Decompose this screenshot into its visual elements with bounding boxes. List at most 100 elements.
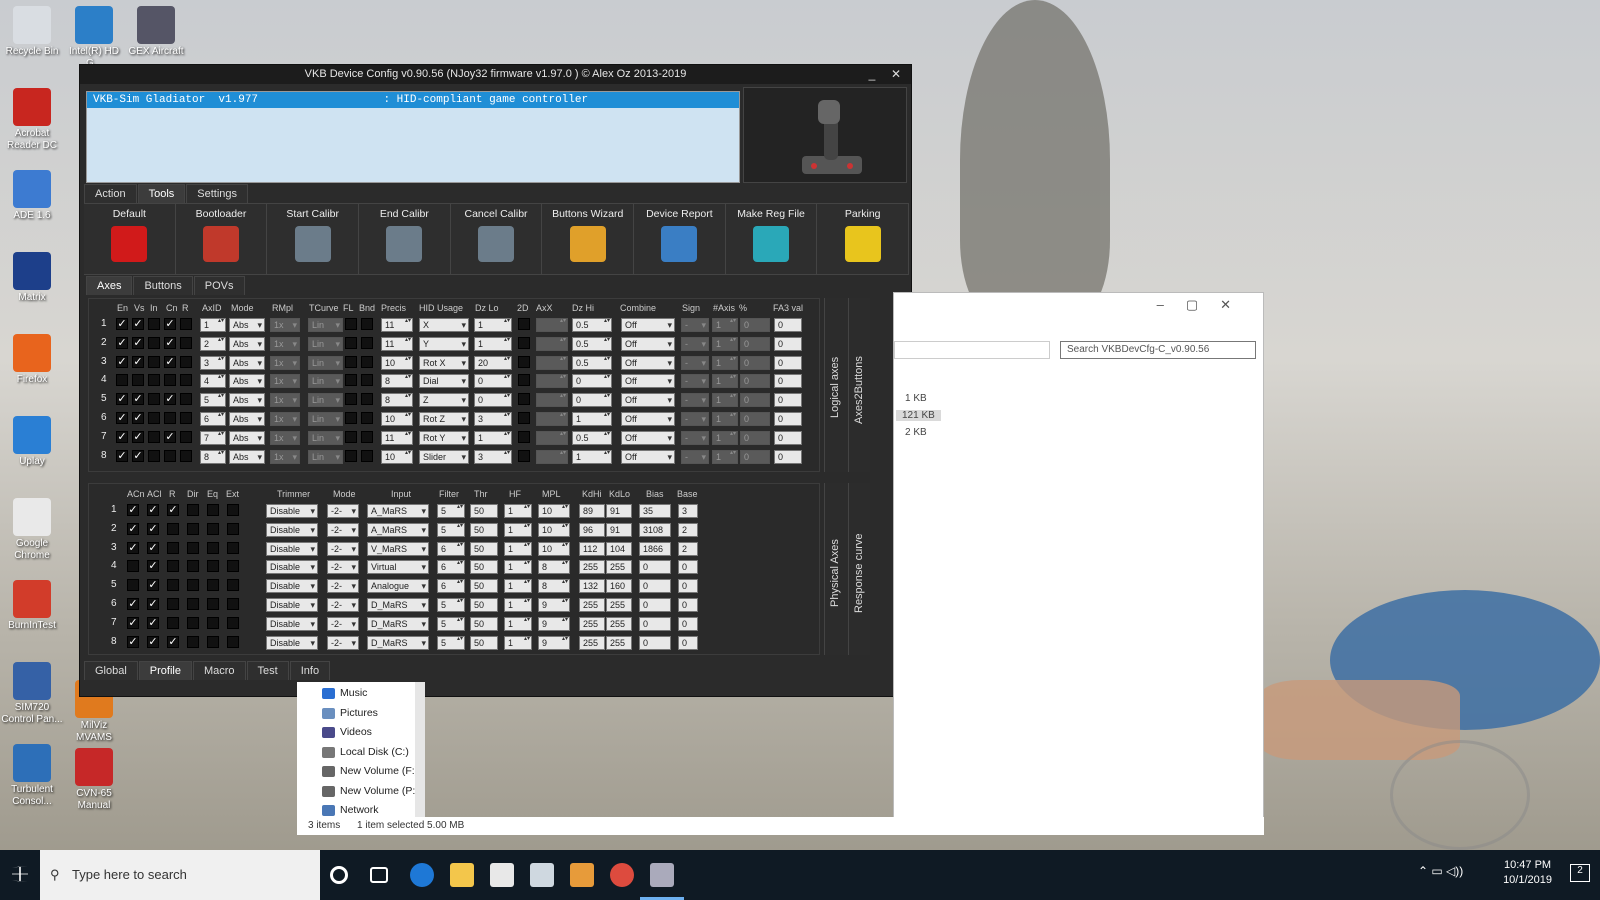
- bias-field[interactable]: 35: [639, 504, 671, 518]
- input-dropdown[interactable]: D_MaRS: [367, 616, 429, 631]
- axid-spinner[interactable]: 5: [200, 393, 226, 408]
- hf-spinner[interactable]: 1: [504, 616, 532, 631]
- mode-dropdown[interactable]: -2-: [327, 598, 359, 612]
- input-dropdown[interactable]: V_MaRS: [367, 541, 429, 556]
- trimmer-dropdown[interactable]: Disable: [266, 560, 318, 575]
- thr-field[interactable]: 50: [470, 541, 498, 556]
- tab-action[interactable]: Action: [84, 184, 137, 203]
- rmpl-dropdown[interactable]: 1x: [270, 374, 300, 389]
- filter-spinner[interactable]: 6: [437, 579, 465, 594]
- hf-spinner[interactable]: 1: [504, 504, 532, 518]
- checkbox-cn[interactable]: [164, 374, 176, 387]
- eq-checkbox[interactable]: [207, 560, 219, 573]
- kdlo-field[interactable]: 91: [606, 522, 632, 537]
- tab-buttons[interactable]: Buttons: [133, 276, 193, 295]
- checkbox-r[interactable]: [167, 616, 179, 629]
- bnd-checkbox[interactable]: [361, 318, 373, 330]
- checkbox-en[interactable]: ✓: [116, 318, 128, 330]
- combine-dropdown[interactable]: Off: [621, 355, 675, 370]
- precis-spinner[interactable]: 10: [381, 449, 413, 464]
- desktop-icon[interactable]: Acrobat Reader DC: [0, 88, 64, 152]
- input-dropdown[interactable]: D_MaRS: [367, 635, 429, 650]
- mpl-spinner[interactable]: 10: [538, 541, 570, 556]
- dir-checkbox[interactable]: [187, 541, 199, 554]
- mpl-spinner[interactable]: 10: [538, 522, 570, 537]
- base-field[interactable]: 0: [678, 616, 698, 631]
- checkbox-cn[interactable]: ✓: [164, 430, 176, 443]
- hf-spinner[interactable]: 1: [504, 598, 532, 612]
- chrome-icon[interactable]: [610, 863, 634, 887]
- checkbox-r[interactable]: ✓: [167, 635, 179, 648]
- kdhi-field[interactable]: 255: [579, 616, 605, 631]
- hid-usage-dropdown[interactable]: Y: [419, 336, 469, 351]
- checkbox-in[interactable]: [148, 336, 160, 349]
- mpl-spinner[interactable]: 9: [538, 635, 570, 650]
- mpl-spinner[interactable]: 8: [538, 560, 570, 575]
- mode-dropdown[interactable]: Abs: [229, 374, 265, 389]
- tool-device-report-button[interactable]: Device Report: [634, 204, 726, 274]
- bnd-checkbox[interactable]: [361, 374, 373, 387]
- dz-lo-spinner[interactable]: 3: [474, 449, 512, 464]
- base-field[interactable]: 0: [678, 598, 698, 612]
- tool-end-calibr-button[interactable]: End Calibr: [359, 204, 451, 274]
- checkbox-r[interactable]: [180, 355, 192, 368]
- rmpl-dropdown[interactable]: 1x: [270, 412, 300, 426]
- hid-usage-dropdown[interactable]: Rot Y: [419, 430, 469, 445]
- axx-spinner[interactable]: [536, 430, 568, 445]
- filter-spinner[interactable]: 5: [437, 598, 465, 612]
- thr-field[interactable]: 50: [470, 522, 498, 537]
- checkbox-acn[interactable]: ✓: [127, 635, 139, 648]
- axis-spinner[interactable]: 1: [712, 430, 738, 445]
- tcurve-dropdown[interactable]: Lin: [308, 336, 343, 351]
- axis-spinner[interactable]: 1: [712, 393, 738, 408]
- axis-spinner[interactable]: 1: [712, 449, 738, 464]
- checkbox-acl[interactable]: ✓: [147, 579, 159, 592]
- kdhi-field[interactable]: 89: [579, 504, 605, 518]
- eq-checkbox[interactable]: [207, 579, 219, 592]
- ext-checkbox[interactable]: [227, 522, 239, 535]
- clock[interactable]: 10:47 PM 10/1/2019: [1503, 858, 1552, 888]
- checkbox-acn[interactable]: ✓: [127, 616, 139, 629]
- checkbox-in[interactable]: [148, 449, 160, 462]
- kdlo-field[interactable]: 255: [606, 560, 632, 575]
- mode-dropdown[interactable]: -2-: [327, 635, 359, 650]
- kdhi-field[interactable]: 255: [579, 635, 605, 650]
- axis-spinner[interactable]: 1: [712, 318, 738, 332]
- checkbox-vs[interactable]: ✓: [132, 412, 144, 424]
- kdlo-field[interactable]: 255: [606, 598, 632, 612]
- notification-center-button[interactable]: 2: [1570, 864, 1590, 882]
- fl-checkbox[interactable]: [345, 355, 357, 368]
- axes2buttons-tab[interactable]: Axes2Buttons: [848, 298, 870, 472]
- mpl-spinner[interactable]: 10: [538, 504, 570, 518]
- filter-spinner[interactable]: 5: [437, 522, 465, 537]
- checkbox-vs[interactable]: ✓: [132, 355, 144, 368]
- mode-dropdown[interactable]: Abs: [229, 318, 265, 332]
- bnd-checkbox[interactable]: [361, 336, 373, 349]
- eq-checkbox[interactable]: [207, 522, 219, 535]
- dir-checkbox[interactable]: [187, 635, 199, 648]
- ext-checkbox[interactable]: [227, 579, 239, 592]
- mail-icon[interactable]: [530, 863, 554, 887]
- fl-checkbox[interactable]: [345, 449, 357, 462]
- axis-spinner[interactable]: 1: [712, 336, 738, 351]
- dz-lo-spinner[interactable]: 1: [474, 318, 512, 332]
- axid-spinner[interactable]: 3: [200, 355, 226, 370]
- hid-usage-dropdown[interactable]: Rot X: [419, 355, 469, 370]
- checkbox-r[interactable]: ✓: [167, 504, 179, 516]
- ext-checkbox[interactable]: [227, 504, 239, 516]
- tool-cancel-calibr-button[interactable]: Cancel Calibr: [451, 204, 543, 274]
- filter-spinner[interactable]: 6: [437, 541, 465, 556]
- rmpl-dropdown[interactable]: 1x: [270, 449, 300, 464]
- fl-checkbox[interactable]: [345, 393, 357, 406]
- eq-checkbox[interactable]: [207, 598, 219, 610]
- axis-spinner[interactable]: 1: [712, 412, 738, 426]
- checkbox-en[interactable]: ✓: [116, 336, 128, 349]
- mode-dropdown[interactable]: Abs: [229, 336, 265, 351]
- thr-field[interactable]: 50: [470, 616, 498, 631]
- base-field[interactable]: 0: [678, 560, 698, 575]
- nav-item-music[interactable]: Music: [322, 687, 367, 699]
- checkbox-en[interactable]: ✓: [116, 449, 128, 462]
- trimmer-dropdown[interactable]: Disable: [266, 522, 318, 537]
- checkbox-acn[interactable]: ✓: [127, 541, 139, 554]
- bias-field[interactable]: 0: [639, 579, 671, 594]
